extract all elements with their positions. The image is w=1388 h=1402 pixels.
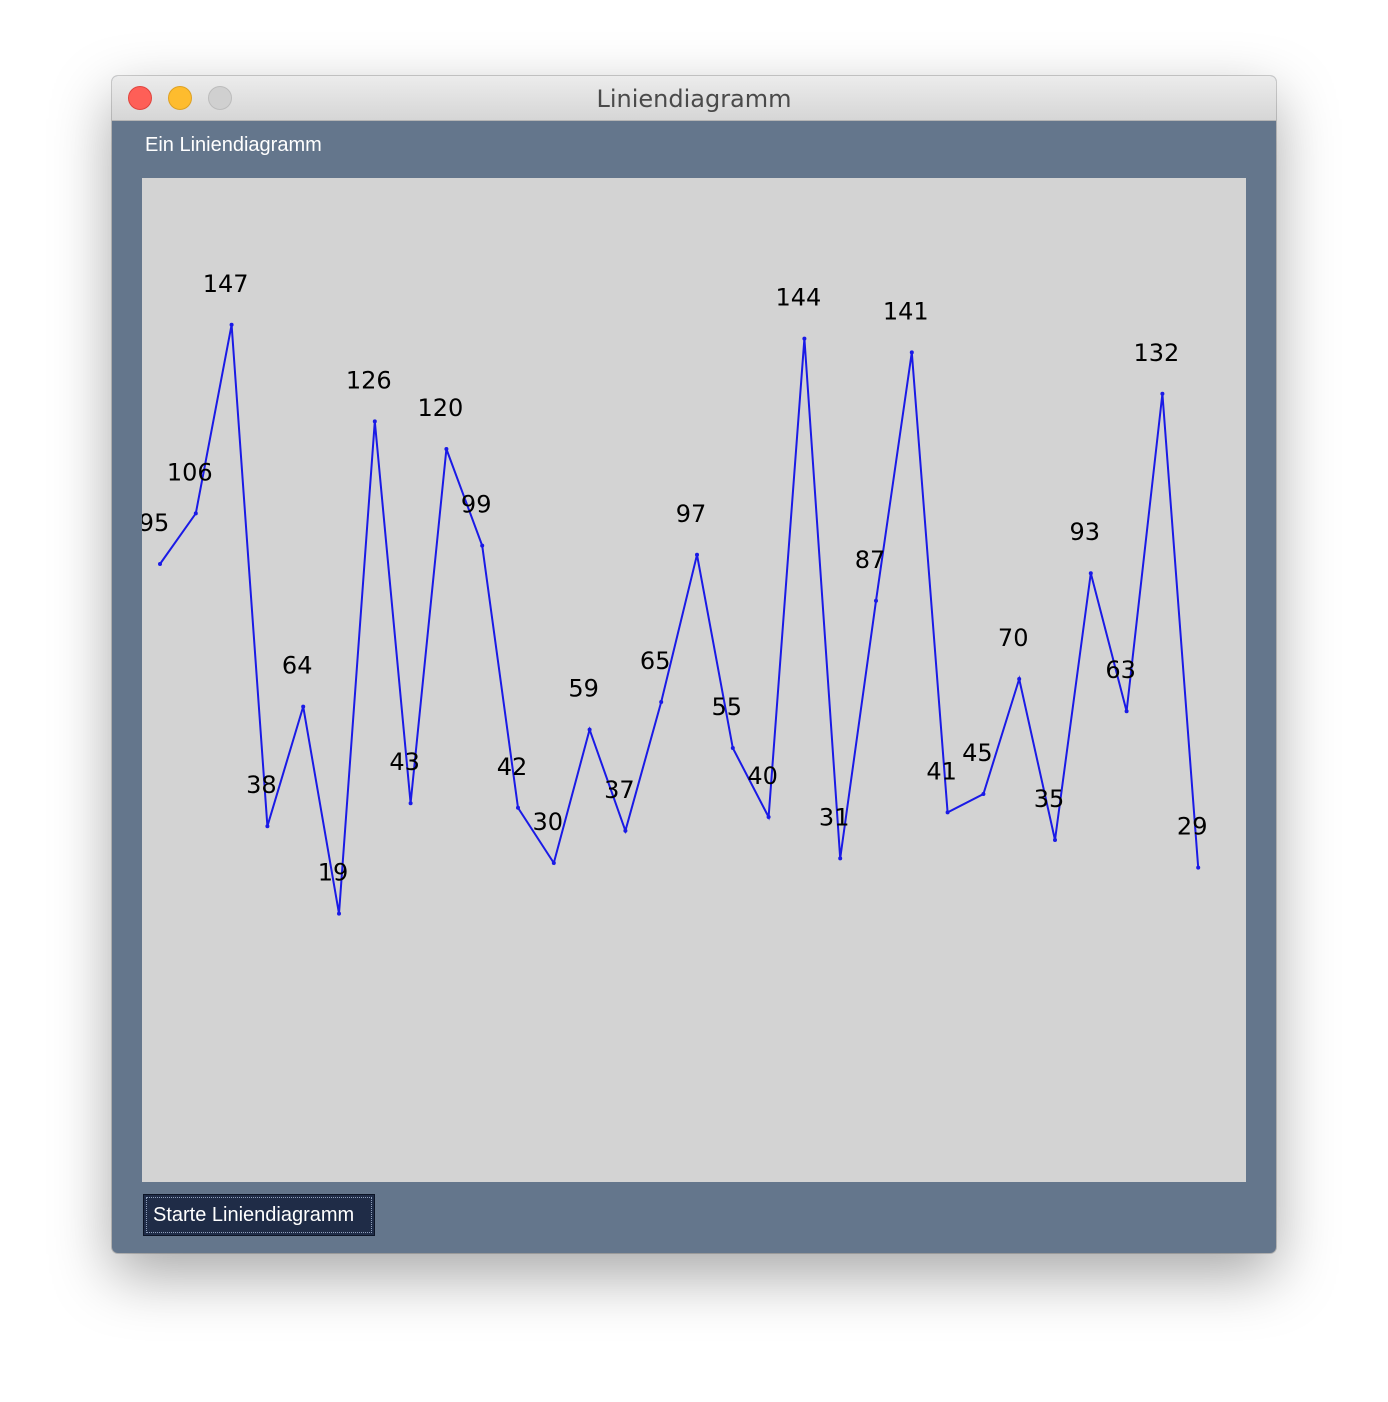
data-point [229, 322, 234, 327]
data-label: 38 [246, 771, 277, 799]
data-label: 64 [282, 652, 313, 680]
data-point [337, 911, 341, 916]
chart-heading-label: Ein Liniendiagramm [145, 134, 322, 156]
app-window: Liniendiagramm Ein Liniendiagramm 95 106 1… [112, 76, 1276, 1253]
data-label: 55 [712, 693, 743, 721]
data-label: 141 [883, 297, 929, 325]
data-label: 37 [604, 776, 635, 804]
data-point [1017, 677, 1022, 681]
data-label: 147 [203, 270, 249, 298]
data-label: 31 [819, 803, 850, 831]
line-chart-panel: 95 106 147 38 64 19 126 43 120 99 42 30 59 37 65 97 55 40… [142, 178, 1246, 1182]
data-label: 93 [1070, 518, 1101, 546]
data-point [1088, 571, 1093, 576]
data-point [1160, 391, 1165, 396]
data-label: 87 [855, 546, 886, 574]
title-bar[interactable]: Liniendiagramm [112, 76, 1276, 121]
data-label: 45 [962, 739, 993, 767]
data-point [551, 861, 556, 865]
data-point [587, 727, 592, 732]
data-label: 106 [167, 458, 213, 486]
data-point [480, 543, 485, 548]
data-label: 59 [568, 675, 599, 703]
data-point [158, 562, 162, 566]
data-label: 126 [346, 366, 392, 394]
data-label: 40 [747, 762, 778, 790]
data-point [516, 805, 520, 810]
data-label: 120 [417, 394, 463, 422]
data-label: 35 [1034, 785, 1065, 813]
data-point [730, 746, 735, 750]
data-point [838, 856, 843, 861]
data-label: 132 [1133, 339, 1179, 367]
data-point [1124, 709, 1129, 714]
data-point [193, 511, 198, 516]
data-point [874, 598, 878, 603]
data-point [372, 419, 377, 424]
line-chart: 95 106 147 38 64 19 126 43 120 99 4230 59 37 65 97 55 40… [142, 270, 1208, 916]
data-label: 95 [142, 509, 169, 537]
data-point [623, 828, 628, 833]
data-point [945, 810, 950, 815]
data-label: 65 [640, 647, 671, 675]
data-point [981, 792, 986, 796]
data-label: 43 [389, 748, 420, 776]
data-label: 41 [926, 757, 957, 785]
window-title: Liniendiagramm [596, 85, 792, 113]
data-label: 63 [1105, 656, 1136, 684]
data-point [1196, 865, 1201, 870]
data-label: 19 [318, 859, 349, 887]
data-point [265, 824, 270, 829]
data-label: 144 [775, 284, 821, 312]
data-point [909, 350, 914, 355]
data-label: 99 [461, 491, 492, 519]
data-point [659, 700, 664, 704]
data-point [695, 552, 699, 557]
data-point [444, 447, 449, 451]
data-label: 97 [676, 500, 707, 528]
data-point [301, 704, 306, 709]
data-label: 42 [497, 753, 528, 781]
data-point [802, 336, 807, 341]
data-label: 70 [998, 624, 1029, 652]
data-point [408, 801, 413, 806]
data-point [1053, 838, 1057, 842]
start-chart-button[interactable]: Starte Liniendiagramm [143, 1194, 375, 1236]
data-label: 29 [1177, 813, 1208, 841]
series-line [159, 324, 1200, 914]
data-point [766, 815, 771, 819]
data-label: 30 [533, 808, 564, 836]
